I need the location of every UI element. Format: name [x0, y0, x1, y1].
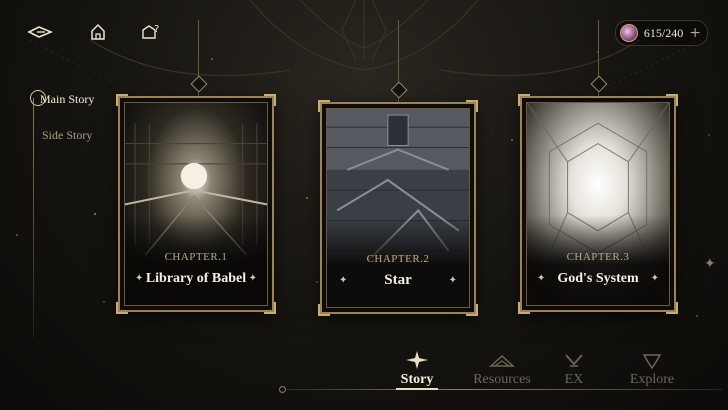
frame-corner [264, 94, 276, 106]
nav-main-story[interactable]: Main Story [40, 92, 94, 107]
frame-corner [116, 94, 128, 106]
tab-bar-line [282, 389, 722, 390]
home-icon [91, 23, 105, 40]
sparkle-icon: ✦ [650, 273, 659, 284]
active-tab-underline [396, 388, 438, 390]
svg-text:?: ? [154, 24, 159, 35]
card-inner: CHAPTER.1 ✦ Library of Babel ✦ [124, 102, 268, 306]
tab-story[interactable]: Story [377, 348, 457, 388]
add-stamina-button[interactable]: + [689, 25, 701, 41]
chapter-number: CHAPTER.2 [366, 253, 430, 265]
resources-icon [489, 354, 515, 367]
tab-ex-label: EX [564, 372, 584, 387]
sparkle-icon: ✦ [248, 273, 257, 284]
sparkle-icon: ✦ [448, 275, 457, 286]
tab-explore-label: Explore [629, 372, 675, 387]
help-button[interactable]: ? [138, 18, 166, 46]
frame-corner [666, 302, 678, 314]
frame-corner [318, 100, 330, 112]
frame-corner [466, 304, 478, 316]
card-inner: CHAPTER.3 ✦ God's System ✦ [526, 102, 670, 306]
hanger-hook-icon [390, 81, 408, 99]
story-star-icon [406, 351, 428, 369]
tab-story-label: Story [400, 372, 434, 387]
frame-corner [518, 94, 530, 106]
card-inner: CHAPTER.2 ✦ Star ✦ [326, 108, 470, 308]
explore-icon [642, 354, 662, 370]
chapter-card-3[interactable]: CHAPTER.3 ✦ God's System ✦ [518, 94, 678, 314]
frame-corner [666, 94, 678, 106]
frame-corner [116, 302, 128, 314]
frame-corner [318, 304, 330, 316]
stamina-orb-icon [619, 24, 638, 42]
tab-explore[interactable]: Explore [612, 348, 692, 388]
frame-corner [466, 100, 478, 112]
chapter-card-2[interactable]: CHAPTER.2 ✦ Star ✦ [318, 100, 478, 316]
nav-side-story[interactable]: Side Story [42, 128, 92, 143]
back-button[interactable] [26, 18, 54, 46]
chapter-number: CHAPTER.1 [164, 251, 228, 263]
chapter-title: Library of Babel [145, 271, 247, 286]
hanger-hook-icon [590, 75, 608, 93]
chapter-number: CHAPTER.3 [566, 251, 630, 263]
frame-corner [264, 302, 276, 314]
tab-ex[interactable]: EX [534, 348, 614, 388]
ex-crossed-swords-icon [565, 354, 583, 367]
chapter-card-1[interactable]: CHAPTER.1 ✦ Library of Babel ✦ [116, 94, 276, 314]
svg-text:✦: ✦ [704, 256, 716, 272]
help-question-icon: ? [142, 24, 159, 39]
home-button[interactable] [84, 18, 112, 46]
tab-bar-end-dot [279, 386, 286, 393]
stamina-counter: 615/240 + [614, 20, 708, 46]
hanger-hook-icon [190, 75, 208, 93]
back-arrow-icon [27, 26, 53, 38]
frame-corner [518, 302, 530, 314]
stamina-value: 615/240 [643, 25, 684, 40]
left-nav-rail [33, 98, 34, 338]
chapter-title: God's System [557, 271, 639, 286]
